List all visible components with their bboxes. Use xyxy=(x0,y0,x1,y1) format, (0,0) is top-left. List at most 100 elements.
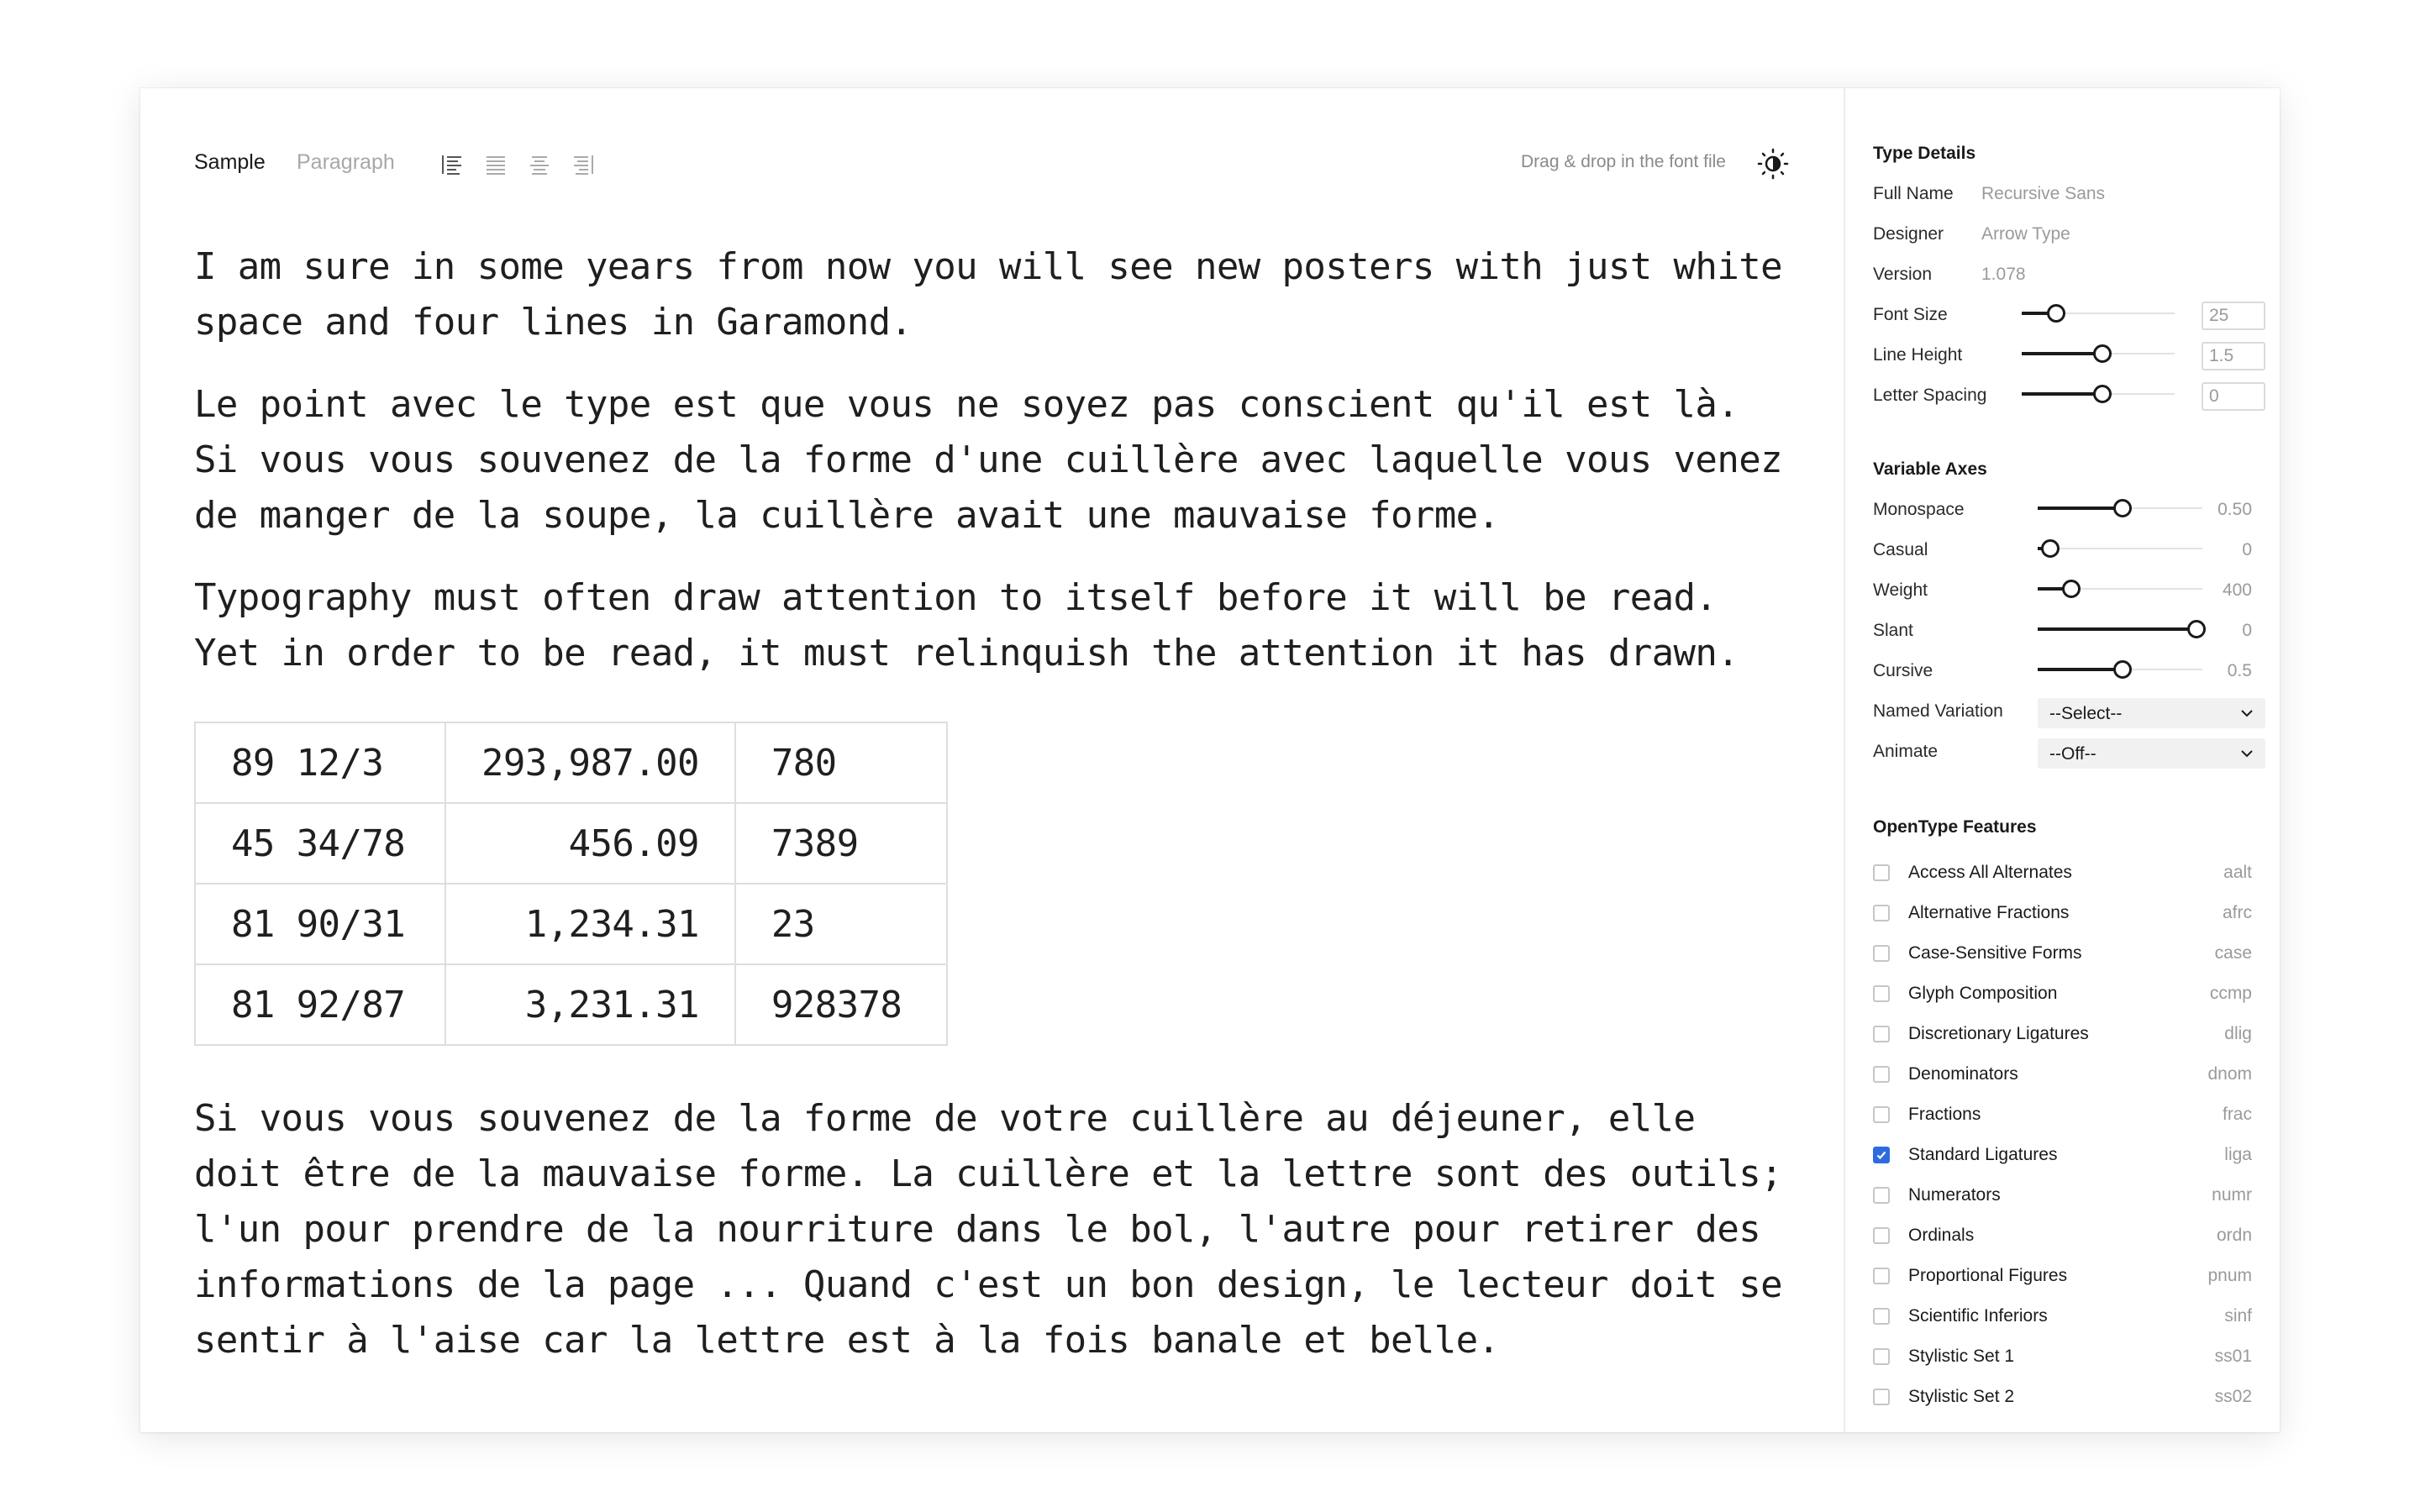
feature-checkbox[interactable] xyxy=(1873,1268,1890,1284)
axis-value: 0 xyxy=(2242,540,2252,559)
feature-name: Discretionary Ligatures xyxy=(1908,1024,2089,1043)
feature-tag: ss01 xyxy=(2214,1347,2252,1366)
slider-thumb[interactable] xyxy=(2187,620,2207,638)
chevron-down-icon xyxy=(2241,750,2253,758)
feature-row[interactable]: Access All Alternates aalt xyxy=(1873,861,2252,886)
feature-checkbox[interactable] xyxy=(1873,985,1890,1002)
slider-thumb[interactable] xyxy=(2112,499,2132,517)
slider-thumb[interactable] xyxy=(2092,344,2112,363)
variable-axes-title: Variable Axes xyxy=(1873,459,1987,479)
feature-tag: aalt xyxy=(2223,863,2252,882)
feature-tag: ccmp xyxy=(2209,984,2252,1003)
feature-checkbox[interactable] xyxy=(1873,1389,1890,1405)
font-size-input[interactable] xyxy=(2202,302,2265,330)
tab-paragraph[interactable]: Paragraph xyxy=(297,150,395,175)
feature-row[interactable]: Scientific Inferiors sinf xyxy=(1873,1305,2252,1330)
feature-checkbox[interactable] xyxy=(1873,1227,1890,1244)
type-details-title: Type Details xyxy=(1873,144,1976,163)
feature-name: Numerators xyxy=(1908,1185,2001,1205)
axis-value: 0.50 xyxy=(2217,500,2252,519)
axis-slider[interactable] xyxy=(2038,498,2202,518)
designer-label: Designer xyxy=(1873,224,1944,244)
feature-name: Scientific Inferiors xyxy=(1908,1306,2048,1326)
feature-checkbox[interactable] xyxy=(1873,1066,1890,1083)
feature-row[interactable]: Proportional Figures pnum xyxy=(1873,1264,2252,1289)
slider-thumb[interactable] xyxy=(2047,304,2066,323)
feature-name: Access All Alternates xyxy=(1908,863,2072,882)
feature-checkbox[interactable] xyxy=(1873,905,1890,921)
feature-tag: sinf xyxy=(2224,1306,2252,1326)
feature-tag: ss02 xyxy=(2214,1387,2252,1406)
opentype-features-title: OpenType Features xyxy=(1873,817,2037,837)
slider-thumb[interactable] xyxy=(2040,539,2060,558)
letter-spacing-slider[interactable] xyxy=(2022,384,2175,404)
axis-slider[interactable] xyxy=(2038,619,2207,639)
table-cell: 3,231.31 xyxy=(445,963,736,1046)
slider-thumb[interactable] xyxy=(2092,385,2112,403)
named-variation-label: Named Variation xyxy=(1873,701,2003,721)
drop-font-hint[interactable]: Drag & drop in the font file xyxy=(1521,152,1726,172)
feature-tag: frac xyxy=(2222,1105,2252,1124)
table-row: 81 90/31 1,234.31 23 xyxy=(194,883,948,965)
version-value: 1.078 xyxy=(1981,265,2026,284)
slider-thumb[interactable] xyxy=(2062,580,2081,598)
feature-name: Standard Ligatures xyxy=(1908,1145,2058,1164)
align-center-icon[interactable] xyxy=(527,152,552,177)
table-cell: 456.09 xyxy=(445,802,736,885)
table-cell: 81 90/31 xyxy=(194,883,446,965)
slider-thumb[interactable] xyxy=(2112,660,2132,679)
axis-value: 400 xyxy=(2222,580,2252,600)
feature-row[interactable]: Stylistic Set 2 ss02 xyxy=(1873,1385,2252,1410)
feature-checkbox[interactable] xyxy=(1873,1308,1890,1325)
feature-row[interactable]: Case-Sensitive Forms case xyxy=(1873,942,2252,967)
designer-value: Arrow Type xyxy=(1981,224,2070,244)
sample-paragraph: Le point avec le type est que vous ne so… xyxy=(194,383,1783,537)
axis-slider[interactable] xyxy=(2038,579,2202,599)
table-cell: 1,234.31 xyxy=(445,883,736,965)
feature-checkbox[interactable] xyxy=(1873,1187,1890,1204)
tab-sample[interactable]: Sample xyxy=(194,150,266,175)
feature-name: Case-Sensitive Forms xyxy=(1908,943,2082,963)
feature-tag: afrc xyxy=(2222,903,2252,922)
feature-row[interactable]: Ordinals ordn xyxy=(1873,1224,2252,1249)
line-height-slider[interactable] xyxy=(2022,344,2175,364)
feature-row[interactable]: Stylistic Set 1 ss01 xyxy=(1873,1345,2252,1370)
toolbar: Sample Paragraph Drag & drop in the font… xyxy=(194,142,1790,192)
axis-slider[interactable] xyxy=(2038,659,2202,680)
feature-name: Proportional Figures xyxy=(1908,1266,2068,1285)
feature-name: Denominators xyxy=(1908,1064,2018,1084)
letter-spacing-input[interactable] xyxy=(2202,382,2265,411)
feature-tag: case xyxy=(2214,943,2252,963)
align-right-icon[interactable] xyxy=(571,152,596,177)
feature-row[interactable]: Numerators numr xyxy=(1873,1184,2252,1209)
line-height-input[interactable] xyxy=(2202,342,2265,370)
feature-checkbox[interactable] xyxy=(1873,1106,1890,1123)
feature-name: Stylistic Set 1 xyxy=(1908,1347,2015,1366)
feature-checkbox[interactable] xyxy=(1873,864,1890,881)
table-cell: 45 34/78 xyxy=(194,802,446,885)
feature-checkbox[interactable] xyxy=(1873,945,1890,962)
feature-checkbox[interactable] xyxy=(1873,1348,1890,1365)
table-cell: 293,987.00 xyxy=(445,722,736,804)
table-cell: 7389 xyxy=(734,802,948,885)
align-left-icon[interactable] xyxy=(439,152,465,177)
axis-label: Monospace xyxy=(1873,500,1965,519)
animate-select[interactable]: --Off-- xyxy=(2038,738,2265,769)
feature-row[interactable]: Standard Ligatures liga xyxy=(1873,1143,2252,1168)
align-justify-icon[interactable] xyxy=(483,152,508,177)
axis-slider[interactable] xyxy=(2038,538,2202,559)
feature-row[interactable]: Discretionary Ligatures dlig xyxy=(1873,1022,2252,1047)
named-variation-select[interactable]: --Select-- xyxy=(2038,698,2265,728)
feature-name: Alternative Fractions xyxy=(1908,903,2070,922)
font-size-slider[interactable] xyxy=(2022,303,2175,323)
feature-checkbox[interactable] xyxy=(1873,1026,1890,1042)
feature-row[interactable]: Fractions frac xyxy=(1873,1103,2252,1128)
axis-label: Casual xyxy=(1873,540,1928,559)
feature-row[interactable]: Denominators dnom xyxy=(1873,1063,2252,1088)
full-name-value: Recursive Sans xyxy=(1981,184,2106,203)
brightness-toggle-icon[interactable] xyxy=(1756,147,1790,181)
feature-row[interactable]: Glyph Composition ccmp xyxy=(1873,982,2252,1007)
feature-checkbox[interactable] xyxy=(1873,1147,1890,1163)
feature-row[interactable]: Alternative Fractions afrc xyxy=(1873,901,2252,927)
feature-tag: liga xyxy=(2224,1145,2252,1164)
